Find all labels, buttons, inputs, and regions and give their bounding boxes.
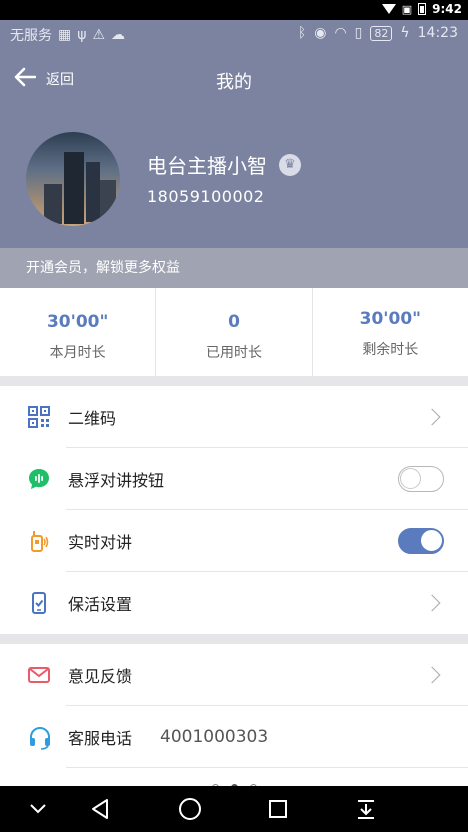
usb-icon: ψ	[77, 27, 87, 43]
section-divider	[0, 376, 468, 386]
sim-icon: ▦	[58, 27, 72, 43]
status-time: 14:23	[417, 25, 458, 41]
stat-label: 本月时长	[49, 345, 106, 361]
stat-label: 已用时长	[205, 345, 262, 361]
menu-feedback[interactable]: 意见反馈	[0, 644, 468, 706]
no-sim-icon: ▣	[401, 2, 413, 16]
menu-qrcode[interactable]: 二维码	[0, 386, 468, 448]
phone-number: 18059100002	[147, 187, 265, 206]
stat-value: 0	[228, 312, 240, 332]
section-divider	[0, 634, 468, 644]
stat-value: 30'00"	[46, 312, 109, 332]
stat-remaining: 30'00" 剩余时长	[313, 288, 468, 376]
walkie-talkie-icon	[28, 530, 50, 552]
battery-level: 82	[370, 25, 393, 41]
stat-value: 30'00"	[359, 309, 422, 329]
bluetooth-icon: ᛒ	[297, 25, 307, 41]
menu-customer-service[interactable]: 客服电话 4001000303	[0, 706, 468, 768]
back-triangle-icon[interactable]	[70, 786, 130, 832]
vip-banner[interactable]: 开通会员，解锁更多权益	[0, 248, 468, 288]
warning-icon: ⚠	[92, 27, 106, 43]
chevron-right-icon	[423, 594, 441, 612]
charging-icon: ϟ	[400, 25, 410, 41]
chevron-right-icon	[423, 408, 441, 426]
wifi-signal-icon: ◠	[334, 25, 347, 41]
stat-month: 30'00" 本月时长	[0, 288, 157, 376]
menu-label: 二维码	[68, 409, 117, 428]
stat-used: 0 已用时长	[156, 288, 313, 376]
menu-label: 悬浮对讲按钮	[68, 471, 165, 490]
collapse-chevron-icon[interactable]	[8, 786, 68, 832]
system-status-bar: ▣ 9:42	[0, 0, 468, 20]
cloud-icon: ☁	[111, 27, 126, 43]
qrcode-icon	[28, 406, 50, 428]
home-circle-icon[interactable]	[160, 786, 220, 832]
wifi-icon	[381, 4, 396, 14]
profile-header: 无服务 ▦ ψ ⚠ ☁ ᛒ ◉ ◠ ▯ 82 ϟ 14:23 返回 我的 电台主…	[0, 20, 468, 248]
username-row: 电台主播小智 ♛	[147, 150, 301, 179]
menu-realtime-talk: 实时对讲	[0, 510, 468, 572]
app-status-bar: 无服务 ▦ ψ ⚠ ☁ ᛒ ◉ ◠ ▯ 82 ϟ 14:23	[0, 20, 468, 48]
stat-label: 剩余时长	[362, 342, 419, 358]
mail-icon	[28, 664, 50, 686]
chat-bubble-icon	[28, 468, 50, 490]
chevron-right-icon	[423, 666, 441, 684]
menu-label: 保活设置	[68, 595, 133, 614]
menu-label: 客服电话	[68, 729, 133, 748]
usage-stats: 30'00" 本月时长 0 已用时长 30'00" 剩余时长	[0, 288, 468, 376]
eye-icon: ◉	[314, 25, 327, 41]
phone-check-icon	[28, 592, 50, 614]
customer-service-number[interactable]: 4001000303	[160, 727, 268, 747]
system-time: 9:42	[432, 2, 462, 16]
menu-float-talk-button: 悬浮对讲按钮	[0, 448, 468, 510]
menu-keepalive[interactable]: 保活设置	[0, 572, 468, 634]
menu-label: 意见反馈	[68, 667, 133, 686]
headset-icon	[28, 726, 50, 750]
system-navigation-bar	[0, 786, 468, 832]
battery-icon	[418, 3, 427, 15]
avatar[interactable]	[26, 132, 120, 226]
recents-square-icon[interactable]	[248, 786, 308, 832]
sim-card-icon: ▯	[354, 25, 363, 41]
float-talk-toggle[interactable]	[398, 466, 444, 492]
menu-label: 实时对讲	[68, 533, 133, 552]
realtime-talk-toggle[interactable]	[398, 528, 444, 554]
network-status-text: 无服务	[10, 28, 52, 44]
crown-icon: ♛	[279, 153, 301, 176]
notification-pull-icon[interactable]	[336, 786, 396, 832]
username: 电台主播小智	[147, 154, 267, 178]
page-title: 我的	[216, 72, 252, 93]
